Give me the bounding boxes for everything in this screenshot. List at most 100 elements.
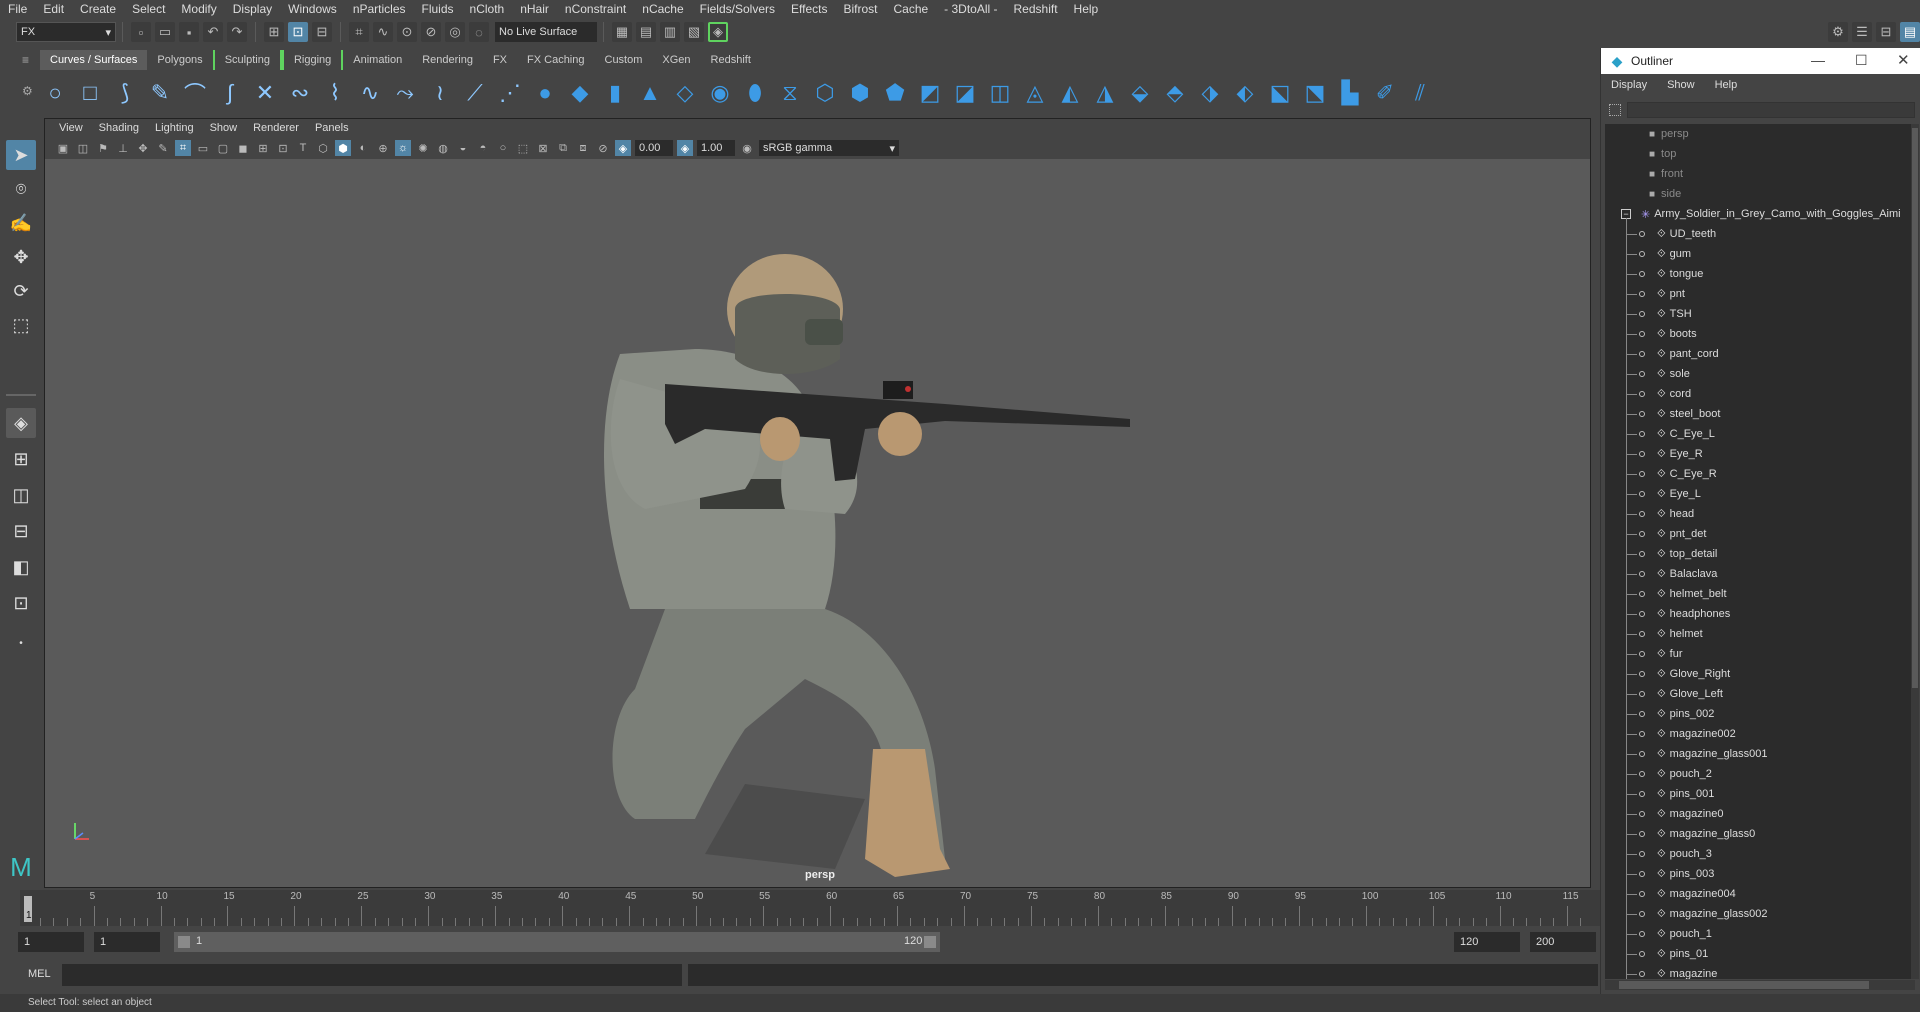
expand-dot-icon[interactable] <box>1639 331 1645 337</box>
outliner-mesh-item[interactable]: ⟐ pnt <box>1605 284 1915 304</box>
expand-dot-icon[interactable] <box>1639 971 1645 977</box>
hypershade-icon[interactable]: ◈ <box>708 22 728 42</box>
outliner-mesh-item[interactable]: ⟐ UD_teeth <box>1605 224 1915 244</box>
channel-box-icon[interactable]: ▤ <box>1900 22 1920 42</box>
shelf-tab-sculpting[interactable]: Sculpting <box>212 50 282 70</box>
outliner-mesh-item[interactable]: ⟐ pins_003 <box>1605 864 1915 884</box>
textured-icon[interactable]: ⊕ <box>375 140 391 156</box>
outliner-mesh-item[interactable]: ⟐ pouch_3 <box>1605 844 1915 864</box>
playback-start-field[interactable]: 1 <box>94 932 160 952</box>
single-perspective-layout-icon[interactable]: ◈ <box>6 408 36 438</box>
time-slider[interactable]: 1 5 10 15 20 25 30 35 40 45 50 55 60 65 70 75 80 85 90 95 1… <box>20 890 1600 926</box>
minimize-icon[interactable]: — <box>1811 52 1825 68</box>
persp-graph-layout-icon[interactable]: ⊟ <box>6 516 36 546</box>
menu-set-select[interactable]: FX ▾ <box>16 22 116 42</box>
project-curve-icon[interactable]: ◬ <box>1020 78 1050 108</box>
four-view-layout-icon[interactable]: ⊞ <box>6 444 36 474</box>
field-chart-icon[interactable]: ⊞ <box>255 140 271 156</box>
outliner-mesh-item[interactable]: ⟐ boots <box>1605 324 1915 344</box>
menu-help[interactable]: Help <box>1066 2 1107 16</box>
outliner-mesh-item[interactable]: ⟐ TSH <box>1605 304 1915 324</box>
outliner-mesh-item[interactable]: ⟐ magazine <box>1605 964 1915 979</box>
menu-fields-solvers[interactable]: Fields/Solvers <box>692 2 783 16</box>
expand-dot-icon[interactable] <box>1639 691 1645 697</box>
outliner-mesh-item[interactable]: ⟐ cord <box>1605 384 1915 404</box>
expand-dot-icon[interactable] <box>1639 591 1645 597</box>
mel-input[interactable] <box>62 964 682 986</box>
horizontal-scroll-thumb[interactable] <box>1619 981 1869 989</box>
surface-edit-icon[interactable]: ⫽ <box>1405 78 1435 108</box>
outliner-mesh-item[interactable]: ⟐ Glove_Right <box>1605 664 1915 684</box>
select-component-icon[interactable]: ⊟ <box>312 22 332 42</box>
exposure-icon[interactable]: ◈ <box>615 140 631 156</box>
menu-fluids[interactable]: Fluids <box>414 2 462 16</box>
expand-dot-icon[interactable] <box>1639 611 1645 617</box>
undo-icon[interactable]: ↶ <box>203 22 223 42</box>
tool-settings-icon[interactable]: ⊟ <box>1876 22 1896 42</box>
nurbs-sphere-icon[interactable]: ● <box>530 78 560 108</box>
xray-components-icon[interactable]: ⧈ <box>575 140 591 156</box>
maximize-icon[interactable]: ☐ <box>1855 52 1868 69</box>
close-icon[interactable]: ✕ <box>1897 51 1910 69</box>
outliner-camera-item[interactable]: ■ side <box>1605 184 1915 204</box>
shelf-tab-polygons[interactable]: Polygons <box>147 50 212 70</box>
menu-modify[interactable]: Modify <box>173 2 224 16</box>
camera-select-icon[interactable]: ▣ <box>55 140 71 156</box>
menu-nhair[interactable]: nHair <box>512 2 557 16</box>
ep-curve-icon[interactable]: ✎ <box>145 78 175 108</box>
add-points-icon[interactable]: ⋰ <box>495 78 525 108</box>
expand-dot-icon[interactable] <box>1639 811 1645 817</box>
nurbs-cube-icon[interactable]: ◆ <box>565 78 595 108</box>
view-transform-select[interactable]: sRGB gamma ▾ <box>759 140 899 156</box>
insert-isoparm-icon[interactable]: ⬗ <box>1195 78 1225 108</box>
expand-dot-icon[interactable] <box>1639 571 1645 577</box>
motion-blur-icon[interactable]: ◒ <box>455 140 471 156</box>
open-scene-icon[interactable]: ▭ <box>155 22 175 42</box>
pencil-curve-icon[interactable]: ∫ <box>215 78 245 108</box>
outliner-mesh-item[interactable]: ⟐ helmet <box>1605 624 1915 644</box>
expand-dot-icon[interactable] <box>1639 311 1645 317</box>
wireframe-icon[interactable]: ⬡ <box>315 140 331 156</box>
attach-surface-icon[interactable]: ⬖ <box>1230 78 1260 108</box>
expand-dot-icon[interactable] <box>1639 271 1645 277</box>
expand-dot-icon[interactable] <box>1639 231 1645 237</box>
panel-menu-shading[interactable]: Shading <box>91 122 147 134</box>
attach-curve-icon[interactable]: ∾ <box>285 78 315 108</box>
panel-menu-lighting[interactable]: Lighting <box>147 122 202 134</box>
open-close-surface-icon[interactable]: ▙ <box>1335 78 1365 108</box>
range-slider[interactable]: 1 120 <box>174 932 940 952</box>
outliner-camera-item[interactable]: ■ persp <box>1605 124 1915 144</box>
menu-file[interactable]: File <box>0 2 35 16</box>
planar-icon[interactable]: ⬡ <box>810 78 840 108</box>
outliner-mesh-item[interactable]: ⟐ helmet_belt <box>1605 584 1915 604</box>
outliner-mesh-item[interactable]: ⟐ Eye_R <box>1605 444 1915 464</box>
untrim-icon[interactable]: ⬙ <box>1125 78 1155 108</box>
select-object-icon[interactable]: ⊡ <box>288 22 308 42</box>
backface-icon[interactable]: ⊘ <box>595 140 611 156</box>
shelf-menu-icon[interactable]: ≡ <box>22 54 34 66</box>
expand-dot-icon[interactable] <box>1639 771 1645 777</box>
expand-dot-icon[interactable] <box>1639 351 1645 357</box>
panel-menu-panels[interactable]: Panels <box>307 122 357 134</box>
outliner-mesh-item[interactable]: ⟐ magazine004 <box>1605 884 1915 904</box>
outliner-mesh-item[interactable]: ⟐ magazine_glass001 <box>1605 744 1915 764</box>
menu-create[interactable]: Create <box>72 2 124 16</box>
nurbs-cylinder-icon[interactable]: ▮ <box>600 78 630 108</box>
outliner-mesh-item[interactable]: ⟐ sole <box>1605 364 1915 384</box>
loft-icon[interactable]: ⧖ <box>775 78 805 108</box>
outliner-mesh-item[interactable]: ⟐ Balaclava <box>1605 564 1915 584</box>
expand-dot-icon[interactable] <box>1639 471 1645 477</box>
outliner-mesh-item[interactable]: ⟐ headphones <box>1605 604 1915 624</box>
persp-outliner-layout-icon[interactable]: ◫ <box>6 480 36 510</box>
expand-dot-icon[interactable] <box>1639 951 1645 957</box>
expand-dot-icon[interactable] <box>1639 931 1645 937</box>
ipr-render-icon[interactable]: ▥ <box>660 22 680 42</box>
outliner-mesh-item[interactable]: ⟐ pins_002 <box>1605 704 1915 724</box>
extrude-icon[interactable]: ⬢ <box>845 78 875 108</box>
outliner-mesh-item[interactable]: ⟐ pins_001 <box>1605 784 1915 804</box>
outliner-mesh-item[interactable]: ⟐ pins_01 <box>1605 944 1915 964</box>
move-tool-icon[interactable]: ✥ <box>6 242 36 272</box>
revolve-icon[interactable]: ⬮ <box>740 78 770 108</box>
animation-start-field[interactable]: 1 <box>18 932 84 952</box>
use-lights-icon[interactable]: ☼ <box>395 140 411 156</box>
